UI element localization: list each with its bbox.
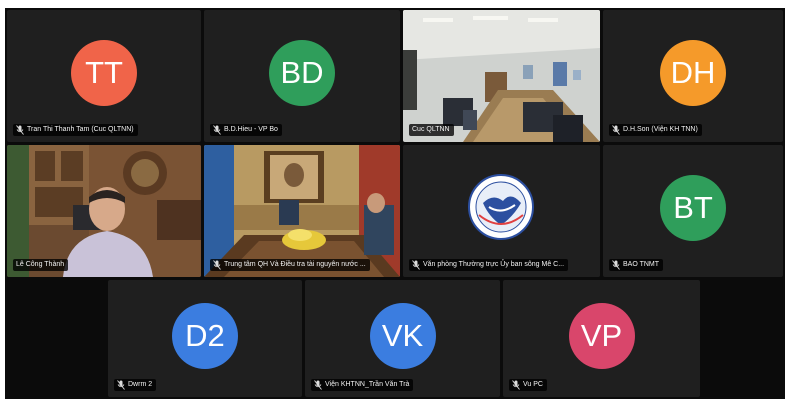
participant-tile-bao-tnmt[interactable]: BT BAO TNMT — [603, 145, 783, 277]
participant-name: Văn phòng Thường trực Ủy ban sông Mê C..… — [423, 261, 565, 268]
avatar: TT — [71, 40, 137, 106]
participant-name-bar: Văn phòng Thường trực Ủy ban sông Mê C..… — [409, 259, 569, 271]
mic-muted-icon — [117, 380, 125, 390]
participant-name-bar: Viện KHTNN_Trần Văn Trà — [311, 379, 414, 391]
participant-name: Lê Công Thành — [16, 261, 65, 268]
video-feed-meeting-room — [204, 145, 400, 277]
participant-tile-trung-tam-qh[interactable]: Trung tâm QH Và Điều tra tài nguyên nước… — [204, 145, 400, 277]
participant-name: Tran Thi Thanh Tam (Cuc QLTNN) — [27, 126, 134, 133]
mic-muted-icon — [412, 260, 420, 270]
participant-name: BAO TNMT — [623, 261, 660, 268]
mic-muted-icon — [612, 125, 620, 135]
participant-name-bar: BAO TNMT — [609, 259, 664, 271]
participant-tile-vien-khtnn-tran-van-tra[interactable]: VK Viện KHTNN_Trần Văn Trà — [305, 280, 500, 397]
mekong-commission-logo-icon — [403, 145, 600, 277]
mic-muted-icon — [512, 380, 520, 390]
video-feed-conference-room — [403, 10, 600, 142]
avatar: D2 — [172, 302, 238, 369]
participant-name: D.H.Son (Viện KH TNN) — [623, 126, 698, 133]
participant-name: Viện KHTNN_Trần Văn Trà — [325, 381, 410, 388]
participant-name-bar: Trung tâm QH Và Điều tra tài nguyên nước… — [210, 259, 370, 271]
mic-muted-icon — [314, 380, 322, 390]
participant-name-bar: D.H.Son (Viện KH TNN) — [609, 124, 702, 136]
mic-muted-icon — [213, 260, 221, 270]
mic-muted-icon — [213, 125, 221, 135]
participant-name: Dwrm 2 — [128, 381, 153, 388]
participant-name: Trung tâm QH Và Điều tra tài nguyên nước… — [224, 261, 366, 268]
participant-tile-cuc-qltnn[interactable]: Cuc QLTNN — [403, 10, 600, 142]
participant-name: Cuc QLTNN — [412, 126, 450, 133]
avatar: VP — [568, 302, 635, 369]
participant-tile-bd-hieu[interactable]: BD B.D.Hieu - VP Bo — [204, 10, 400, 142]
avatar: DH — [660, 40, 726, 106]
participant-tile-le-cong-thanh[interactable]: Lê Công Thành — [7, 145, 201, 277]
participant-name: B.D.Hieu - VP Bo — [224, 126, 278, 133]
avatar: VK — [369, 302, 436, 369]
participant-name-bar: B.D.Hieu - VP Bo — [210, 124, 282, 136]
participant-name: Vu PC — [523, 381, 543, 388]
participant-name-bar: Cuc QLTNN — [409, 124, 454, 136]
avatar: BT — [660, 175, 726, 241]
participant-tile-tran-thi-thanh-tam[interactable]: TT Tran Thi Thanh Tam (Cuc QLTNN) — [7, 10, 201, 142]
participant-name-bar: Dwrm 2 — [114, 379, 157, 391]
participant-tile-van-phong-uy-ban-song-me-cong[interactable]: Văn phòng Thường trực Ủy ban sông Mê C..… — [403, 145, 600, 277]
video-grid: TT Tran Thi Thanh Tam (Cuc QLTNN) BD B.D… — [5, 8, 785, 399]
participant-tile-dh-son[interactable]: DH D.H.Son (Viện KH TNN) — [603, 10, 783, 142]
avatar: BD — [269, 40, 335, 106]
mic-muted-icon — [16, 125, 24, 135]
participant-name-bar: Tran Thi Thanh Tam (Cuc QLTNN) — [13, 124, 138, 136]
participant-name-bar: Vu PC — [509, 379, 547, 391]
video-feed-office — [7, 145, 201, 277]
participant-tile-vu-pc[interactable]: VP Vu PC — [503, 280, 700, 397]
mic-muted-icon — [612, 260, 620, 270]
participant-tile-dwrm-2[interactable]: D2 Dwrm 2 — [108, 280, 302, 397]
participant-name-bar: Lê Công Thành — [13, 259, 69, 271]
